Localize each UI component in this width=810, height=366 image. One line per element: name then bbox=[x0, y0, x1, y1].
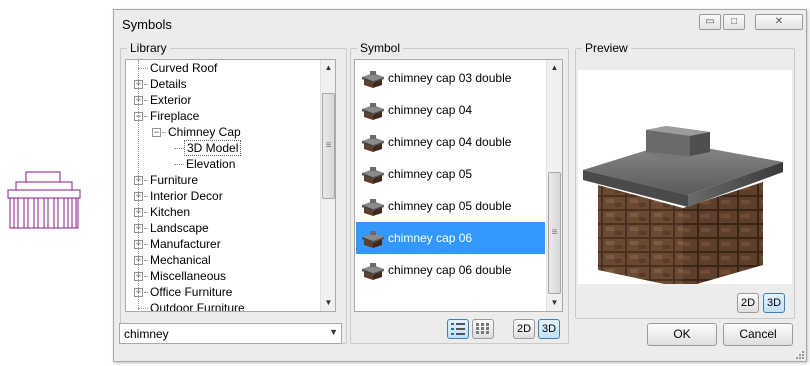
tree-item[interactable]: + Landscape bbox=[126, 220, 320, 236]
tree-connector bbox=[138, 60, 139, 310]
symbol-list-item[interactable]: chimney cap 05 bbox=[356, 158, 545, 190]
tree-item-label[interactable]: Exterior bbox=[148, 92, 193, 108]
tree-item[interactable]: + Miscellaneous bbox=[126, 268, 320, 284]
symbol-2d-button[interactable]: 2D bbox=[513, 319, 535, 339]
tree-item-label[interactable]: 3D Model bbox=[184, 140, 242, 156]
tree-item-label[interactable]: Interior Decor bbox=[148, 188, 225, 204]
ok-button[interactable]: OK bbox=[647, 323, 717, 346]
search-input[interactable] bbox=[120, 324, 320, 343]
symbol-item-label: chimney cap 06 double bbox=[388, 263, 512, 277]
symbol-3d-button[interactable]: 3D bbox=[538, 319, 560, 339]
tree-connector bbox=[138, 308, 148, 309]
scroll-up-icon[interactable]: ▲ bbox=[547, 60, 562, 76]
list-view-icon bbox=[451, 323, 465, 335]
symbol-label: Symbol bbox=[357, 41, 404, 55]
tree-connector bbox=[174, 148, 184, 149]
chimney-cap-icon bbox=[362, 103, 384, 120]
tree-item[interactable]: + Office Furniture bbox=[126, 284, 320, 300]
cancel-button[interactable]: Cancel bbox=[723, 323, 793, 346]
dialog-title: Symbols bbox=[122, 17, 172, 32]
preview-3d-button[interactable]: 3D bbox=[763, 293, 785, 313]
tree-item-label[interactable]: Kitchen bbox=[148, 204, 192, 220]
symbols-dialog: Symbols ▭ □ ✕ Library Symbol Preview Cur… bbox=[113, 9, 807, 362]
scroll-thumb[interactable]: ≡ bbox=[322, 93, 335, 199]
symbol-item-label: chimney cap 05 double bbox=[388, 199, 512, 213]
grid-view-icon bbox=[476, 323, 489, 334]
close-button[interactable]: ✕ bbox=[755, 14, 803, 30]
library-tree[interactable]: Curved Roof + Details + Exterior − Fireplace − C… bbox=[125, 59, 336, 312]
title-bar: Symbols ▭ □ ✕ bbox=[114, 10, 806, 38]
minimize-button[interactable]: ▭ bbox=[699, 14, 721, 30]
symbol-item-label: chimney cap 06 bbox=[388, 231, 473, 245]
tree-item-label[interactable]: Manufacturer bbox=[148, 236, 223, 252]
tree-item[interactable]: − Chimney Cap bbox=[126, 124, 320, 140]
tree-item-label[interactable]: Outdoor Furniture bbox=[148, 300, 247, 311]
symbol-item-label: chimney cap 05 bbox=[388, 167, 473, 181]
tree-item-label[interactable]: Curved Roof bbox=[148, 60, 219, 76]
chevron-down-icon[interactable]: ▼ bbox=[329, 327, 338, 337]
tree-item-label[interactable]: Furniture bbox=[148, 172, 200, 188]
chimney-cap-icon bbox=[362, 135, 384, 152]
tree-item[interactable]: + Interior Decor bbox=[126, 188, 320, 204]
tree-item[interactable]: + Mechanical bbox=[126, 252, 320, 268]
symbol-item-label: chimney cap 03 double bbox=[388, 71, 512, 85]
symbol-list[interactable]: chimney cap 03 double chimney cap 04 chimn… bbox=[354, 59, 563, 312]
tree-item-label[interactable]: Landscape bbox=[148, 220, 211, 236]
scroll-up-icon[interactable]: ▲ bbox=[321, 60, 335, 76]
symbol-list-item[interactable]: chimney cap 06 double bbox=[356, 254, 545, 286]
chimney-cap-icon bbox=[362, 167, 384, 184]
tree-scrollbar[interactable]: ▲ ≡ ▼ bbox=[320, 60, 335, 311]
tree-item[interactable]: + Details bbox=[126, 76, 320, 92]
building-symbol-icon bbox=[7, 171, 81, 229]
list-view-button[interactable] bbox=[447, 319, 469, 339]
tree-item-label[interactable]: Miscellaneous bbox=[148, 268, 228, 284]
chimney-cap-icon bbox=[362, 71, 384, 88]
collapse-icon[interactable]: − bbox=[152, 128, 161, 137]
symbol-list-item[interactable]: chimney cap 03 double bbox=[356, 62, 545, 94]
scroll-down-icon[interactable]: ▼ bbox=[547, 295, 562, 311]
tree-item[interactable]: + Furniture bbox=[126, 172, 320, 188]
tree-item[interactable]: Curved Roof bbox=[126, 60, 320, 76]
chimney-cap-icon bbox=[362, 231, 384, 248]
maximize-button[interactable]: □ bbox=[723, 14, 745, 30]
tree-connector bbox=[138, 68, 148, 69]
chimney-cap-preview-image bbox=[583, 126, 783, 288]
tree-item[interactable]: + Exterior bbox=[126, 92, 320, 108]
tree-item-label[interactable]: Details bbox=[148, 76, 189, 92]
tree-item[interactable]: + Manufacturer bbox=[126, 236, 320, 252]
minimize-icon: ▭ bbox=[705, 16, 715, 27]
tree-item-label[interactable]: Fireplace bbox=[148, 108, 201, 124]
grid-view-button[interactable] bbox=[472, 319, 494, 339]
tree-item[interactable]: − Fireplace bbox=[126, 108, 320, 124]
tree-item-label[interactable]: Elevation bbox=[184, 156, 237, 172]
symbol-list-item[interactable]: chimney cap 04 double bbox=[356, 126, 545, 158]
symbol-scrollbar[interactable]: ▲ ≡ ▼ bbox=[546, 60, 562, 311]
tree-item[interactable]: Elevation bbox=[126, 156, 320, 172]
tree-item[interactable]: Outdoor Furniture bbox=[126, 300, 320, 311]
symbol-list-item[interactable]: chimney cap 04 bbox=[356, 94, 545, 126]
scroll-down-icon[interactable]: ▼ bbox=[321, 295, 335, 311]
tree-connector bbox=[174, 164, 184, 165]
resize-grip-icon[interactable] bbox=[794, 349, 804, 359]
search-combo[interactable]: ▼ bbox=[119, 323, 342, 344]
preview-panel bbox=[578, 70, 792, 288]
chimney-cap-icon bbox=[362, 199, 384, 216]
screen: Symbols ▭ □ ✕ Library Symbol Preview Cur… bbox=[0, 0, 810, 366]
symbol-list-item[interactable]: chimney cap 06 bbox=[356, 222, 545, 254]
symbol-item-label: chimney cap 04 bbox=[388, 103, 473, 117]
tree-item[interactable]: 3D Model bbox=[126, 140, 320, 156]
tree-item-label[interactable]: Office Furniture bbox=[148, 284, 234, 300]
scroll-thumb[interactable]: ≡ bbox=[548, 172, 561, 294]
symbol-list-item[interactable]: chimney cap 05 double bbox=[356, 190, 545, 222]
symbol-item-label: chimney cap 04 double bbox=[388, 135, 512, 149]
tree-item[interactable]: + Kitchen bbox=[126, 204, 320, 220]
preview-label: Preview bbox=[582, 41, 631, 55]
maximize-icon: □ bbox=[730, 16, 738, 27]
chimney-cap-icon bbox=[362, 263, 384, 280]
close-icon: ✕ bbox=[774, 16, 784, 27]
preview-2d-button[interactable]: 2D bbox=[737, 293, 759, 313]
tree-item-label[interactable]: Chimney Cap bbox=[166, 124, 243, 140]
library-label: Library bbox=[127, 41, 170, 55]
tree-item-label[interactable]: Mechanical bbox=[148, 252, 213, 268]
